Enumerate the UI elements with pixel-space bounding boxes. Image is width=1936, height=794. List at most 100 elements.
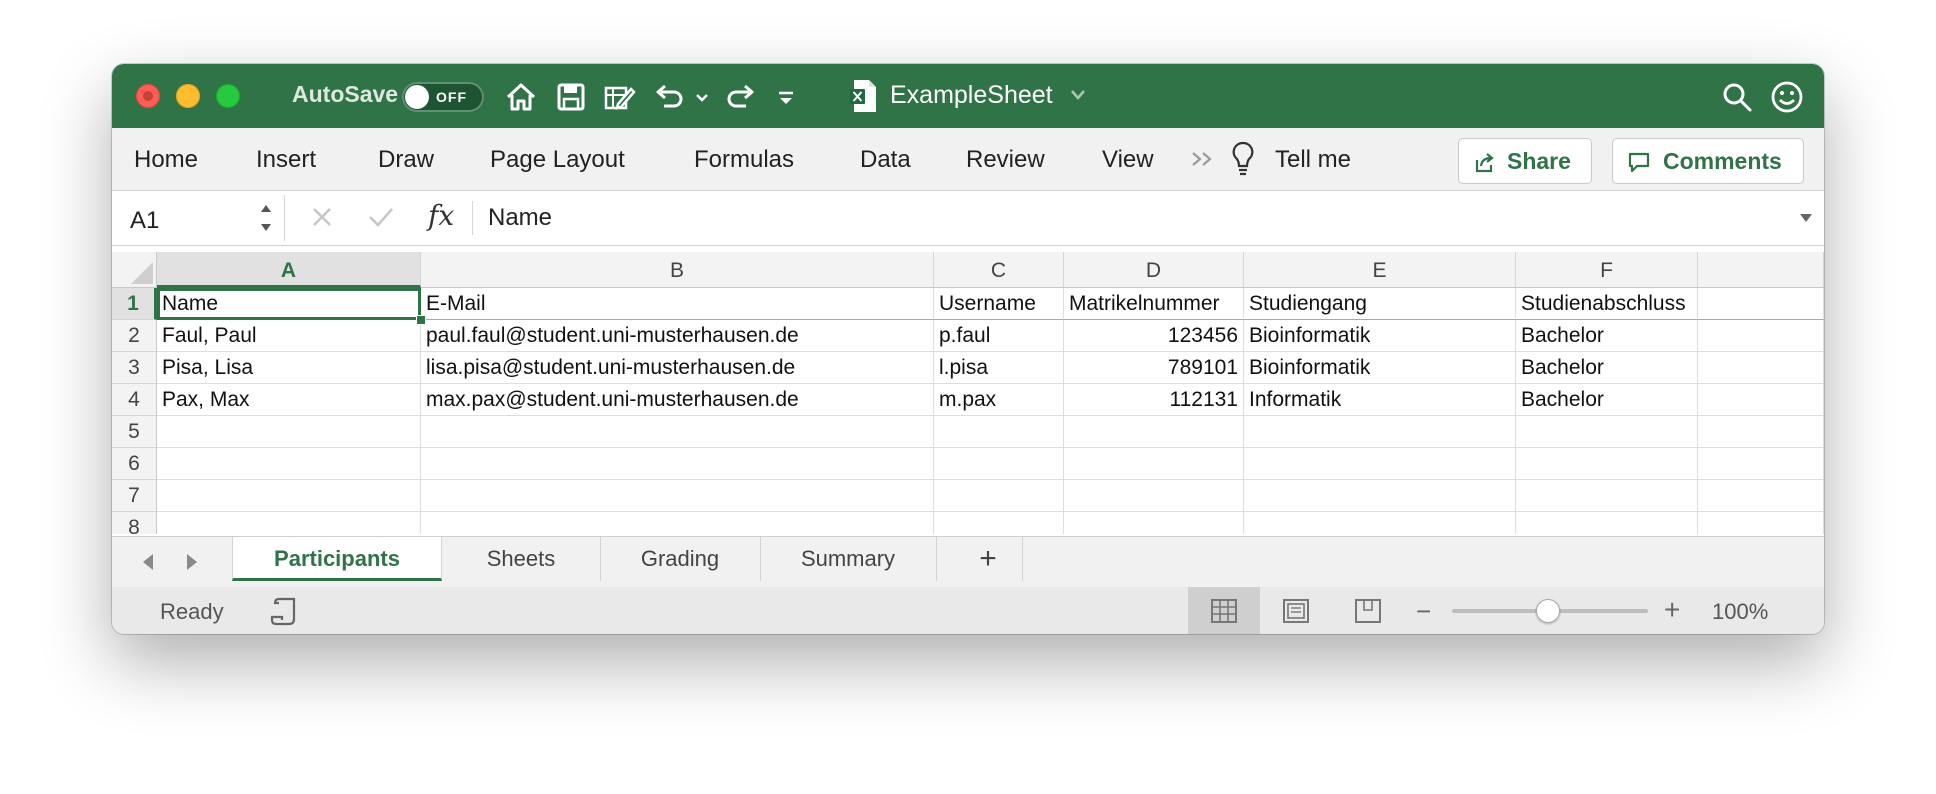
cell-g1[interactable] [1698, 288, 1824, 320]
cell-f2[interactable]: Bachelor [1516, 320, 1698, 352]
cell-c8[interactable] [934, 512, 1064, 534]
zoom-out-button[interactable]: − [1416, 596, 1431, 627]
confirm-entry-icon[interactable] [366, 203, 396, 231]
row-header-4[interactable]: 4 [112, 384, 157, 416]
cell-c6[interactable] [934, 448, 1064, 480]
more-tabs-chevrons-icon[interactable] [1190, 148, 1218, 170]
cell-d5[interactable] [1064, 416, 1244, 448]
cell-a1[interactable]: Name [157, 288, 421, 320]
cell-e2[interactable]: Bioinformatik [1244, 320, 1516, 352]
cell-a6[interactable] [157, 448, 421, 480]
normal-view-button[interactable] [1188, 587, 1260, 634]
cell-g5[interactable] [1698, 416, 1824, 448]
customize-toolbar-icon[interactable] [774, 80, 798, 114]
sheet-tab-sheets[interactable]: Sheets [442, 537, 601, 581]
cell-e4[interactable]: Informatik [1244, 384, 1516, 416]
row-header-7[interactable]: 7 [112, 480, 157, 512]
row-header-8[interactable]: 8 [112, 512, 157, 534]
tab-home[interactable]: Home [134, 146, 198, 174]
tab-draw[interactable]: Draw [378, 146, 434, 174]
cell-d6[interactable] [1064, 448, 1244, 480]
redo-icon[interactable] [724, 80, 758, 114]
lightbulb-icon[interactable] [1230, 140, 1256, 178]
cell-d4[interactable]: 112131 [1064, 384, 1244, 416]
cell-b5[interactable] [421, 416, 934, 448]
macro-recording-icon[interactable] [270, 595, 304, 627]
next-sheet-arrow-icon[interactable] [182, 551, 202, 573]
column-header-b[interactable]: B [421, 252, 934, 288]
cell-e8[interactable] [1244, 512, 1516, 534]
fill-handle[interactable] [416, 315, 426, 325]
cell-f7[interactable] [1516, 480, 1698, 512]
cell-c7[interactable] [934, 480, 1064, 512]
cell-f6[interactable] [1516, 448, 1698, 480]
cell-e1[interactable]: Studiengang [1244, 288, 1516, 320]
cell-a4[interactable]: Pax, Max [157, 384, 421, 416]
select-all-corner[interactable] [112, 252, 157, 288]
smiley-feedback-icon[interactable] [1770, 80, 1804, 114]
tab-page-layout[interactable]: Page Layout [490, 146, 625, 174]
title-chevron-down-icon[interactable] [1070, 88, 1086, 102]
edit-document-icon[interactable] [602, 80, 636, 114]
tab-insert[interactable]: Insert [256, 146, 316, 174]
formula-content[interactable]: Name [488, 204, 552, 232]
cell-g2[interactable] [1698, 320, 1824, 352]
tab-data[interactable]: Data [860, 146, 911, 174]
row-header-1[interactable]: 1 [112, 288, 157, 320]
cell-d2[interactable]: 123456 [1064, 320, 1244, 352]
sheet-tab-summary[interactable]: Summary [760, 537, 937, 581]
cell-f8[interactable] [1516, 512, 1698, 534]
cell-g7[interactable] [1698, 480, 1824, 512]
column-header-d[interactable]: D [1064, 252, 1244, 288]
autosave-toggle[interactable]: OFF [402, 82, 484, 112]
cell-b1[interactable]: E-Mail [421, 288, 934, 320]
undo-dropdown-chevron-icon[interactable] [694, 80, 710, 114]
cell-b6[interactable] [421, 448, 934, 480]
comments-button[interactable]: Comments [1612, 138, 1804, 184]
cell-a8[interactable] [157, 512, 421, 534]
page-layout-view-button[interactable] [1260, 587, 1332, 634]
minimize-window-button[interactable] [176, 84, 200, 108]
zoom-level[interactable]: 100% [1712, 599, 1768, 625]
row-header-3[interactable]: 3 [112, 352, 157, 384]
search-icon[interactable] [1720, 80, 1754, 114]
cell-c4[interactable]: m.pax [934, 384, 1064, 416]
cell-e6[interactable] [1244, 448, 1516, 480]
zoom-slider-knob[interactable] [1536, 599, 1560, 623]
cell-b7[interactable] [421, 480, 934, 512]
column-header-a[interactable]: A [157, 252, 421, 288]
cell-d8[interactable] [1064, 512, 1244, 534]
cell-a5[interactable] [157, 416, 421, 448]
cell-c5[interactable] [934, 416, 1064, 448]
cell-a2[interactable]: Faul, Paul [157, 320, 421, 352]
column-header-c[interactable]: C [934, 252, 1064, 288]
zoom-in-button[interactable]: + [1664, 594, 1680, 626]
row-header-5[interactable]: 5 [112, 416, 157, 448]
cell-f4[interactable]: Bachelor [1516, 384, 1698, 416]
cell-c3[interactable]: l.pisa [934, 352, 1064, 384]
sheet-tab-participants[interactable]: Participants [232, 537, 442, 581]
cell-a3[interactable]: Pisa, Lisa [157, 352, 421, 384]
cell-d7[interactable] [1064, 480, 1244, 512]
cell-g3[interactable] [1698, 352, 1824, 384]
cell-e5[interactable] [1244, 416, 1516, 448]
cell-f3[interactable]: Bachelor [1516, 352, 1698, 384]
cell-g8[interactable] [1698, 512, 1824, 534]
home-icon[interactable] [504, 80, 538, 114]
spreadsheet-grid[interactable]: A B C D E F 1 Name E-Mail Username Matrikelnummer S… [112, 252, 1824, 534]
cell-a7[interactable] [157, 480, 421, 512]
document-title[interactable]: ExampleSheet [890, 81, 1053, 110]
cell-e3[interactable]: Bioinformatik [1244, 352, 1516, 384]
add-sheet-button[interactable]: + [954, 537, 1023, 581]
close-window-button[interactable] [136, 84, 160, 108]
name-box[interactable]: A1 [114, 195, 285, 241]
cell-c1[interactable]: Username [934, 288, 1064, 320]
cell-g6[interactable] [1698, 448, 1824, 480]
cell-g4[interactable] [1698, 384, 1824, 416]
sheet-tab-grading[interactable]: Grading [600, 537, 761, 581]
expand-formula-bar-icon[interactable] [1798, 211, 1814, 225]
save-icon[interactable] [554, 80, 588, 114]
share-button[interactable]: Share [1458, 138, 1592, 184]
cell-d1[interactable]: Matrikelnummer [1064, 288, 1244, 320]
tell-me-search[interactable]: Tell me [1275, 146, 1351, 174]
